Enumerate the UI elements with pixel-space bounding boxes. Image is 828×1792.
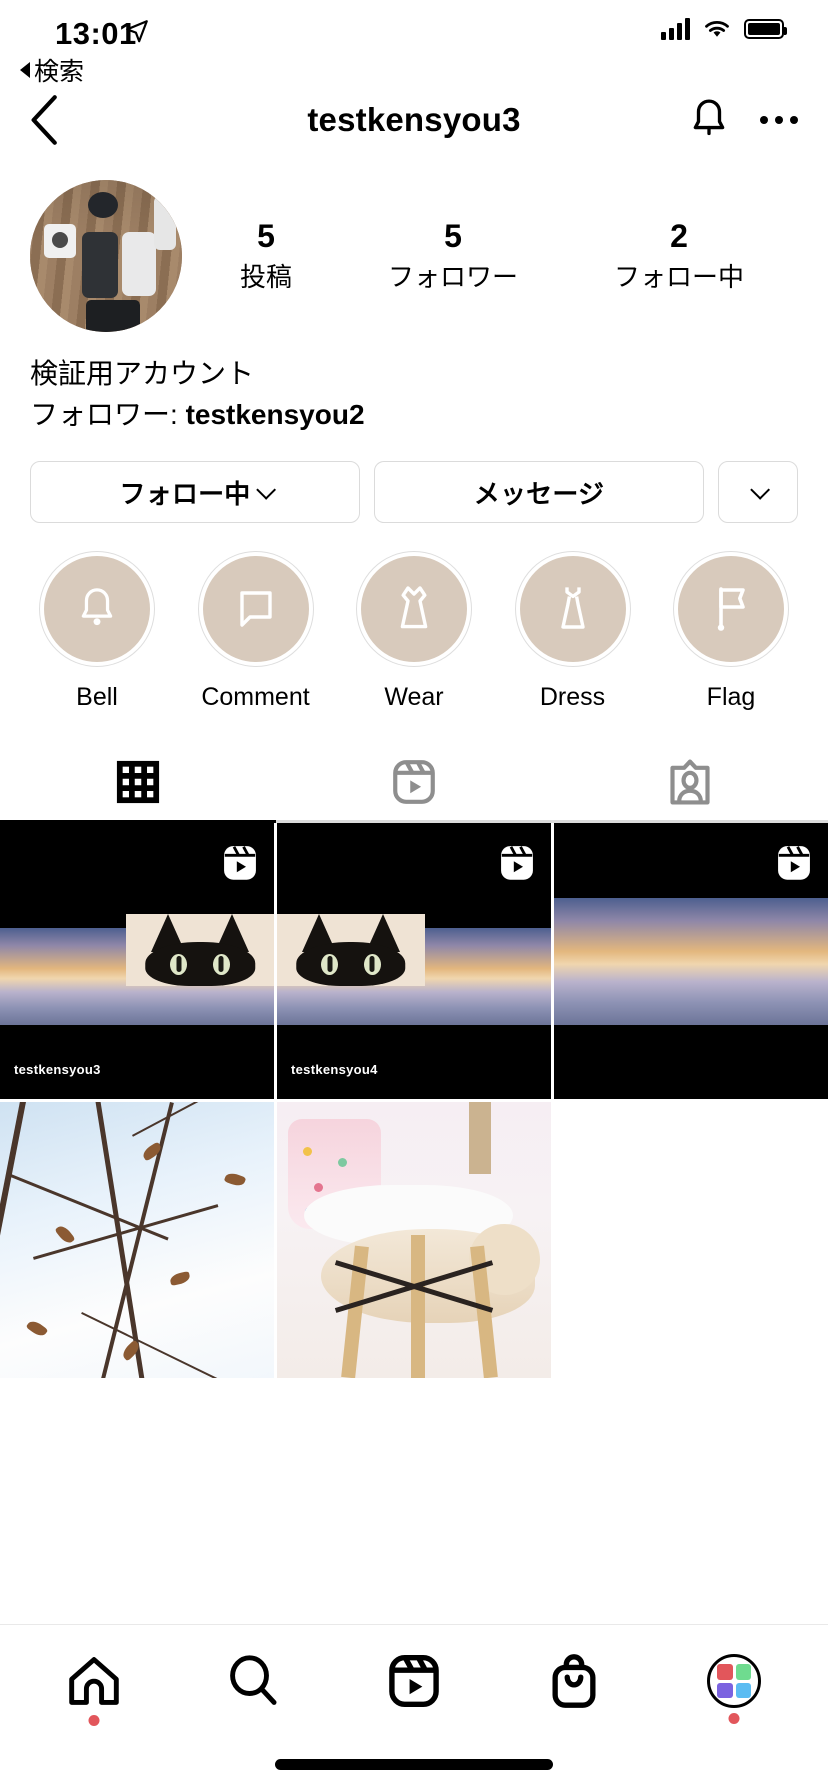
notification-dot	[88, 1715, 100, 1726]
profile-stats: 5 投稿 5 フォロワー 2 フォロー中	[182, 218, 798, 295]
highlight-bell[interactable]: Bell	[22, 551, 172, 712]
status-indicators	[661, 18, 787, 40]
highlight-label: Comment	[201, 683, 310, 712]
following-button-label: フォロー中	[119, 478, 251, 509]
nav-home[interactable]	[48, 1652, 140, 1726]
nav-reels[interactable]	[368, 1651, 460, 1711]
highlight-flag[interactable]: Flag	[656, 551, 806, 712]
reels-icon	[501, 846, 533, 880]
posts-label: 投稿	[239, 262, 292, 293]
display-name: 検証用アカウント	[30, 358, 255, 389]
posts-count: 5	[257, 217, 275, 254]
grid-item[interactable]	[554, 823, 828, 1100]
profile-tabs	[0, 744, 828, 820]
dress-icon	[400, 586, 428, 629]
wifi-icon	[705, 21, 729, 37]
navigation-bar: testkensyou3	[0, 78, 828, 162]
nav-profile[interactable]	[688, 1654, 780, 1724]
chevron-left-icon[interactable]	[28, 94, 62, 146]
reels-icon	[778, 846, 810, 880]
tab-tagged[interactable]	[552, 744, 828, 820]
tab-grid[interactable]	[0, 744, 276, 820]
bottom-navigation	[0, 1624, 828, 1792]
chevron-down-icon	[750, 480, 771, 500]
grid-item[interactable]: testkensyou3	[0, 823, 274, 1100]
profile-avatar-icon	[707, 1654, 761, 1708]
grid-item-empty	[554, 1102, 828, 1379]
nav-shop[interactable]	[528, 1652, 620, 1710]
highlight-wear[interactable]: Wear	[339, 551, 489, 712]
shop-bag-icon	[552, 1654, 596, 1708]
highlight-label: Wear	[384, 683, 444, 712]
tagged-icon	[670, 759, 710, 805]
following-label: フォロー中	[613, 262, 744, 293]
flag-icon	[717, 587, 745, 631]
following-count: 2	[670, 217, 688, 254]
chevron-down-icon	[255, 480, 276, 500]
back-triangle-icon	[20, 62, 30, 78]
profile-bio: 検証用アカウント フォロワー: testkensyou2	[0, 332, 828, 435]
followers-count: 5	[444, 217, 462, 254]
followers-label: フォロワー	[387, 262, 518, 293]
nav-search[interactable]	[208, 1652, 300, 1710]
profile-header: 5 投稿 5 フォロワー 2 フォロー中	[0, 162, 828, 332]
stat-followers[interactable]: 5 フォロワー	[388, 218, 518, 295]
grid-item[interactable]	[0, 1102, 274, 1379]
highlight-dress[interactable]: Dress	[498, 551, 648, 712]
grid-icon	[116, 761, 160, 804]
post-grid: testkensyou3 testkensyou4	[0, 823, 828, 1379]
message-button-label: メッセージ	[473, 478, 605, 509]
message-button[interactable]: メッセージ	[374, 461, 704, 524]
reels-icon	[224, 846, 256, 880]
home-indicator	[275, 1759, 553, 1770]
notification-dot	[728, 1713, 740, 1724]
bell-icon[interactable]	[688, 97, 730, 143]
avatar[interactable]	[30, 180, 182, 332]
tab-reels[interactable]	[276, 744, 552, 820]
bio-followed-by: フォロワー: testkensyou2	[30, 395, 798, 436]
highlight-comment[interactable]: Comment	[181, 551, 331, 712]
grid-item[interactable]	[277, 1102, 551, 1379]
home-icon	[69, 1657, 119, 1705]
reels-icon	[389, 1654, 439, 1708]
search-icon	[230, 1655, 277, 1705]
post-thumbnail	[277, 1102, 551, 1379]
suggestions-button[interactable]	[718, 461, 798, 524]
status-bar: 13:01 検索	[0, 0, 828, 86]
battery-full-icon	[744, 19, 787, 39]
post-thumbnail	[0, 1102, 274, 1379]
more-options-icon[interactable]	[760, 116, 798, 124]
comment-icon	[239, 591, 272, 627]
cellular-signal-icon	[661, 18, 690, 40]
post-watermark: testkensyou3	[14, 1062, 101, 1078]
highlight-label: Bell	[76, 683, 118, 712]
bio-mention[interactable]: testkensyou2	[186, 399, 365, 430]
post-watermark: testkensyou4	[291, 1062, 378, 1078]
location-arrow-icon	[126, 20, 148, 43]
highlight-label: Flag	[706, 683, 756, 712]
grid-item[interactable]: testkensyou4	[277, 823, 551, 1100]
following-button[interactable]: フォロー中	[30, 461, 360, 524]
stat-following[interactable]: 2 フォロー中	[614, 218, 744, 295]
story-highlights: Bell Comment Wear Dress Flag	[0, 523, 828, 712]
post-thumbnail	[554, 897, 828, 1025]
dress-icon	[560, 587, 585, 629]
bio-prefix: フォロワー:	[30, 398, 186, 430]
reels-icon	[393, 760, 435, 805]
stat-posts[interactable]: 5 投稿	[240, 218, 292, 295]
profile-actions: フォロー中 メッセージ	[0, 435, 828, 524]
bell-icon	[81, 588, 113, 626]
highlight-label: Dress	[539, 683, 606, 712]
